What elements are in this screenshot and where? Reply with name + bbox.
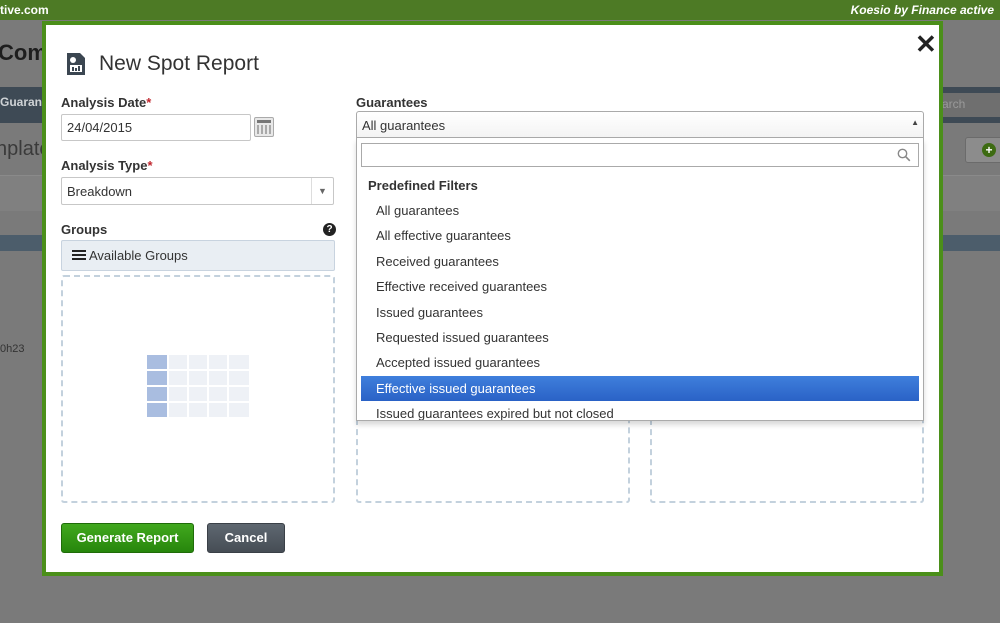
background-page-title: Com <box>0 40 47 65</box>
background-search: arch <box>940 93 1000 117</box>
background-nav-tab: Guaran <box>0 95 43 109</box>
modal-title: New Spot Report <box>99 52 259 75</box>
analysis-type-label-text: Analysis Type <box>61 158 148 173</box>
guarantees-label: Guarantees <box>356 95 428 110</box>
secondary-drop-zone[interactable] <box>356 415 630 503</box>
close-icon[interactable]: ✕ <box>915 31 937 57</box>
guarantee-option[interactable]: Issued guarantees <box>361 300 919 325</box>
list-icon <box>72 250 86 260</box>
guarantees-selected-value: All guarantees <box>362 118 446 133</box>
background-add-button: + <box>965 137 1000 163</box>
guarantee-option-highlighted[interactable]: Effective issued guarantees <box>361 375 919 402</box>
modal-header: New Spot Report <box>65 52 259 76</box>
analysis-type-label: Analysis Type* <box>61 158 153 173</box>
guarantee-option[interactable]: All effective guarantees <box>361 223 919 248</box>
guarantees-dropdown: Predefined Filters All guarantees All ef… <box>356 138 924 421</box>
analysis-type-value: Breakdown <box>67 184 133 199</box>
available-groups-label: Available Groups <box>89 248 188 263</box>
brand-name: Koesio by Finance active <box>850 3 994 17</box>
guarantees-options-list: All guarantees All effective guarantees … <box>361 198 919 420</box>
generate-report-button[interactable]: Generate Report <box>61 523 194 553</box>
chevron-up-icon: ▲ <box>911 118 919 127</box>
guarantee-option[interactable]: Received guarantees <box>361 249 919 274</box>
analysis-type-select[interactable]: Breakdown ▼ <box>61 177 334 205</box>
report-icon <box>67 53 85 75</box>
search-icon <box>897 148 911 162</box>
groups-label: Groups <box>61 222 108 237</box>
site-name: tive.com <box>0 3 49 17</box>
new-spot-report-modal: ✕ New Spot Report Analysis Date* Analysi… <box>42 21 943 576</box>
analysis-date-label: Analysis Date* <box>61 95 151 110</box>
guarantees-search-input[interactable] <box>361 143 919 167</box>
predefined-filters-group-label: Predefined Filters <box>368 178 478 193</box>
chevron-down-icon: ▼ <box>311 178 333 204</box>
plus-icon: + <box>982 143 996 157</box>
calendar-icon[interactable] <box>254 117 274 137</box>
required-marker: * <box>147 158 153 173</box>
required-marker: * <box>146 95 152 110</box>
guarantees-select[interactable]: All guarantees ▲ <box>356 111 924 138</box>
tertiary-drop-zone[interactable] <box>650 415 924 503</box>
cancel-button[interactable]: Cancel <box>207 523 285 553</box>
guarantee-option[interactable]: Issued guarantees expired but not closed <box>361 401 919 420</box>
guarantee-option[interactable]: Effective received guarantees <box>361 274 919 299</box>
top-bar: tive.com Koesio by Finance active <box>0 0 1000 20</box>
guarantee-option[interactable]: Requested issued guarantees <box>361 325 919 350</box>
groups-drop-zone[interactable] <box>61 275 335 503</box>
table-icon <box>147 355 249 417</box>
help-icon[interactable]: ? <box>323 223 336 236</box>
available-groups-header: Available Groups <box>61 240 335 271</box>
guarantee-option[interactable]: All guarantees <box>361 198 919 223</box>
background-time: 0h23 <box>0 343 25 355</box>
analysis-date-label-text: Analysis Date <box>61 95 147 110</box>
guarantee-option[interactable]: Accepted issued guarantees <box>361 350 919 375</box>
analysis-date-input[interactable] <box>61 114 251 141</box>
